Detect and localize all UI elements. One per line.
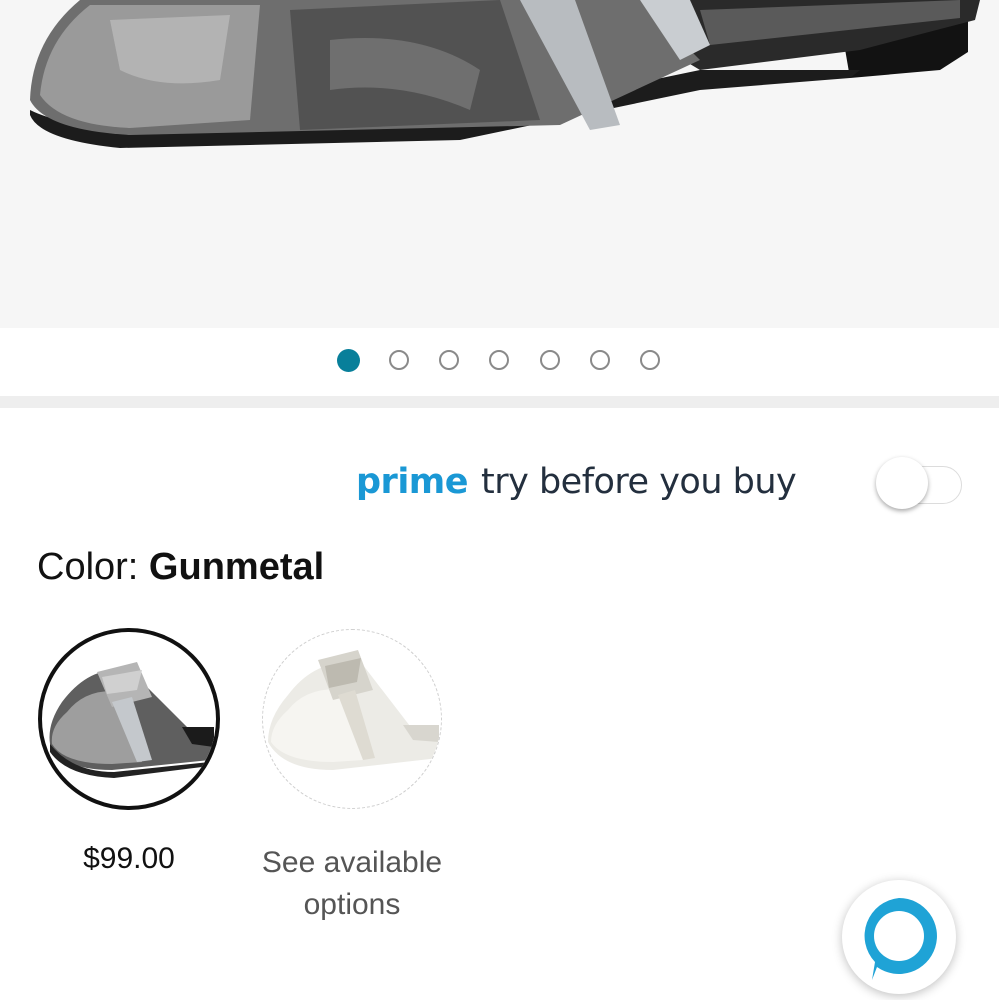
color-swatch-gunmetal[interactable] bbox=[38, 628, 220, 810]
color-value: Gunmetal bbox=[148, 546, 325, 588]
color-label: Color: Gunmetal bbox=[37, 546, 324, 589]
color-swatch-silver[interactable] bbox=[262, 629, 442, 809]
carousel-dot-4[interactable] bbox=[489, 350, 509, 370]
carousel-dot-1[interactable] bbox=[337, 349, 360, 372]
alexa-button[interactable] bbox=[842, 880, 956, 994]
shoe-image-icon bbox=[30, 0, 980, 148]
silver-shoe-icon bbox=[268, 650, 439, 770]
color-label-prefix: Color: bbox=[37, 546, 149, 588]
variant-price-gunmetal: $99.00 bbox=[83, 842, 175, 875]
prime-try-toggle[interactable] bbox=[876, 457, 928, 509]
carousel-dot-7[interactable] bbox=[640, 350, 660, 370]
prime-logo-text: prime bbox=[356, 462, 469, 502]
carousel-dot-6[interactable] bbox=[590, 350, 610, 370]
gunmetal-shoe-icon bbox=[49, 662, 214, 778]
product-image[interactable] bbox=[0, 0, 999, 328]
alexa-icon bbox=[864, 898, 937, 980]
carousel-dot-2[interactable] bbox=[389, 350, 409, 370]
section-divider bbox=[0, 396, 999, 408]
carousel-dot-3[interactable] bbox=[439, 350, 459, 370]
prime-try-label: try before you buy bbox=[481, 462, 797, 502]
variant-availability-silver[interactable]: See available options bbox=[238, 842, 466, 926]
carousel-dot-5[interactable] bbox=[540, 350, 560, 370]
